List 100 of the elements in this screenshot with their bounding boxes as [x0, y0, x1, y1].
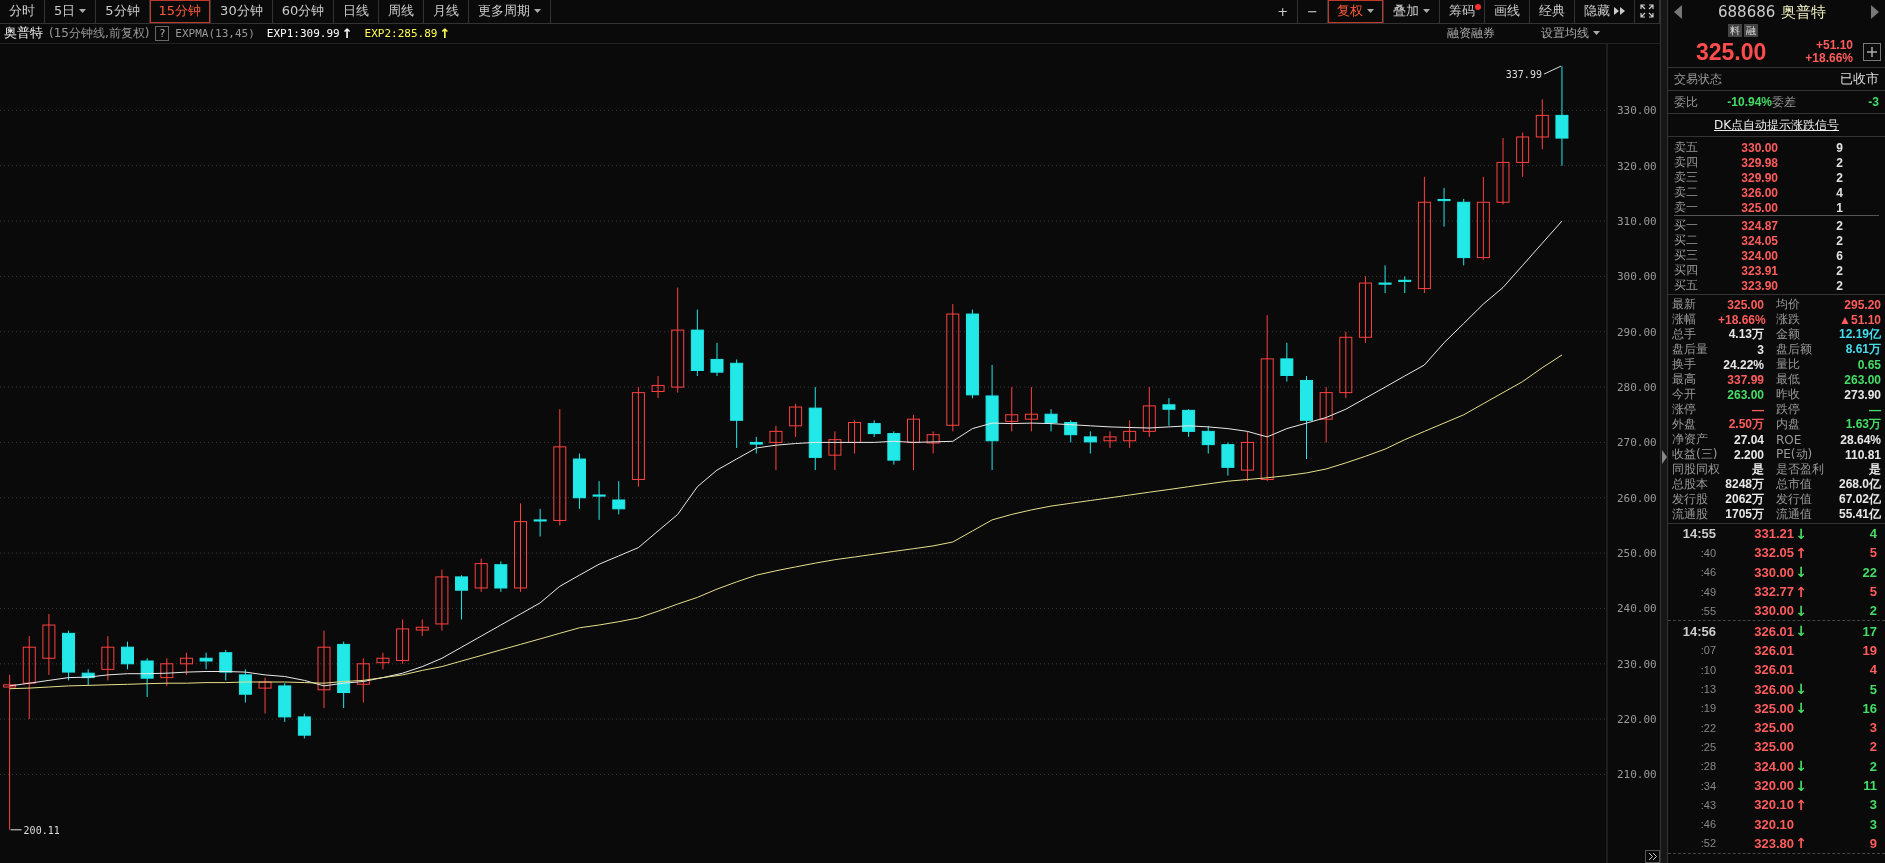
- stat-value: 4.13万: [1727, 326, 1764, 343]
- candlestick: [376, 652, 390, 670]
- candlestick: [1142, 386, 1156, 438]
- stat-label: 最低: [1775, 371, 1801, 388]
- candlestick: [907, 414, 920, 471]
- candlestick: [1280, 342, 1294, 383]
- stat-value: 27.04: [1732, 432, 1764, 447]
- stat-value: 8.61万: [1844, 341, 1881, 358]
- help-button[interactable]: ?: [155, 25, 170, 41]
- axis-label: 330.00: [1617, 104, 1657, 118]
- order-volume: 2: [1835, 218, 1844, 233]
- order-label: 买四: [1674, 262, 1699, 279]
- candlestick: [1378, 264, 1392, 294]
- axis-label: 280.00: [1617, 381, 1657, 395]
- order-volume: 2: [1835, 170, 1844, 185]
- period-tab[interactable]: 15分钟: [149, 0, 212, 23]
- notification-dot-icon: [1475, 4, 1481, 10]
- axis-label: 230.00: [1617, 657, 1657, 671]
- stat-value: 是: [1751, 461, 1764, 478]
- order-volume: 2: [1835, 278, 1844, 293]
- trade-time: :13: [1699, 683, 1716, 695]
- expand-button[interactable]: [1645, 850, 1660, 863]
- trend-arrow: ↑: [1795, 584, 1807, 599]
- stat-value: 67.02亿: [1837, 491, 1881, 508]
- stat-label: 量比: [1775, 356, 1801, 373]
- order-label: 卖四: [1674, 154, 1699, 171]
- caret-icon: [1423, 9, 1430, 14]
- add-button[interactable]: [1863, 43, 1881, 61]
- candlestick: [769, 425, 783, 471]
- previous-arrow-icon[interactable]: [1674, 5, 1682, 19]
- candlestick: [1457, 198, 1471, 266]
- stat-label: 净资产: [1672, 431, 1709, 448]
- caret-icon: [534, 9, 542, 14]
- stat-value: 24.22%: [1722, 357, 1764, 372]
- candlestick: [1437, 187, 1451, 228]
- collapse-handle-icon[interactable]: [1661, 449, 1667, 464]
- last-price: 325.00: [1696, 38, 1767, 66]
- trade-time: 14:55: [1681, 526, 1716, 542]
- next-arrow-icon[interactable]: [1871, 5, 1879, 19]
- stat-value: 2.50万: [1727, 416, 1764, 433]
- candlestick: [710, 342, 724, 377]
- candlestick: [1044, 408, 1058, 432]
- stat-value: 8248万: [1724, 476, 1764, 493]
- stat-value: +18.66%: [1718, 312, 1764, 327]
- stat-label: 外盘: [1672, 416, 1697, 433]
- stat-label: 盘后量: [1672, 341, 1709, 358]
- order-label: 卖二: [1674, 184, 1699, 201]
- trade-volume: 2: [1868, 603, 1877, 619]
- stat-value: 273.90: [1843, 387, 1881, 402]
- trend-arrow: ↓: [1795, 778, 1807, 793]
- chart-option-link[interactable]: 设置均线: [1541, 24, 1600, 42]
- order-price: 326.00: [1740, 185, 1778, 200]
- trade-price: 320.00: [1753, 778, 1794, 793]
- toolbar-button[interactable]: 复权: [1328, 0, 1384, 23]
- trend-arrow: ↓: [1795, 565, 1807, 580]
- field-value: -10.94%: [1726, 95, 1772, 109]
- trade-volume: 5: [1868, 681, 1877, 697]
- stat-value: —: [1868, 402, 1881, 417]
- stat-label: 总市值: [1775, 476, 1813, 493]
- stat-value: 1.63万: [1844, 416, 1881, 433]
- trade-price: 326.00: [1753, 681, 1794, 697]
- axis-label: 210.00: [1617, 768, 1657, 782]
- candlestick: [533, 508, 547, 537]
- candlestick: [455, 574, 469, 620]
- stat-value: 110.81: [1843, 447, 1881, 462]
- trade-time: :25: [1699, 740, 1716, 753]
- order-volume: 6: [1835, 248, 1844, 263]
- candlestick: [356, 657, 370, 703]
- trade-price: 320.10: [1753, 797, 1794, 813]
- chart-option-link[interactable]: 融资融券: [1447, 24, 1495, 42]
- stat-label: 涨跌: [1775, 311, 1801, 328]
- trade-time: :46: [1699, 818, 1716, 831]
- trade-price: 330.00: [1753, 564, 1794, 580]
- candlestick: [887, 430, 901, 466]
- candlestick: [1535, 98, 1549, 150]
- candlestick: [749, 436, 763, 454]
- candlestick: [278, 682, 292, 723]
- order-volume: 9: [1835, 140, 1844, 155]
- candlestick: [199, 652, 213, 670]
- order-volume: 2: [1835, 233, 1844, 248]
- leader-line: [1543, 65, 1562, 75]
- stat-value: 337.99: [1726, 372, 1764, 387]
- trade-volume: 19: [1861, 642, 1877, 658]
- candlestick: [337, 641, 351, 709]
- trade-price: 326.01: [1753, 642, 1794, 658]
- stat-label: 发行股: [1672, 491, 1709, 508]
- candlestick: [1398, 275, 1412, 294]
- candlestick: [651, 375, 665, 399]
- trend-arrow: ↓: [1795, 682, 1807, 696]
- stat-label: 换手: [1672, 356, 1697, 373]
- indicator-value: EXP2:285.89: [364, 26, 438, 40]
- trend-arrow: ↑: [439, 25, 451, 41]
- signal-link[interactable]: DK点自动提示涨跌信号: [1713, 116, 1840, 134]
- candlestick: [238, 668, 252, 703]
- stat-value: 0.65: [1856, 357, 1881, 372]
- trade-time: 14:56: [1681, 623, 1716, 639]
- trade-volume: 3: [1868, 797, 1877, 813]
- order-volume: 2: [1835, 263, 1844, 278]
- field-value: -3: [1867, 95, 1879, 109]
- stat-value: 2062万: [1724, 491, 1764, 508]
